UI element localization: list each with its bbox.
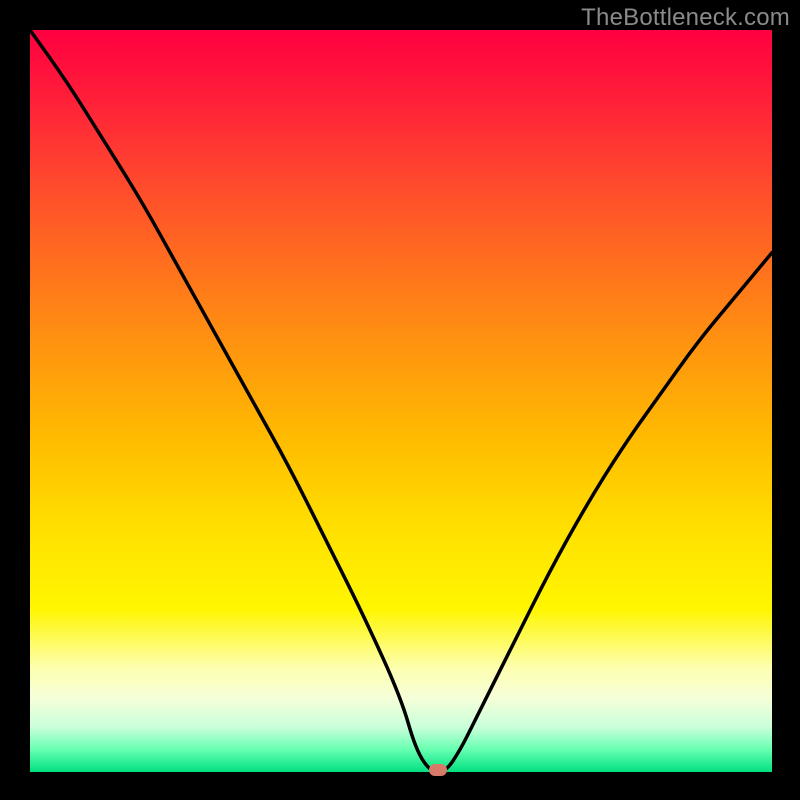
bottleneck-curve — [30, 30, 772, 772]
optimal-marker — [429, 764, 447, 776]
watermark-text: TheBottleneck.com — [581, 4, 790, 32]
plot-area — [30, 30, 772, 772]
chart-frame: TheBottleneck.com — [0, 0, 800, 800]
